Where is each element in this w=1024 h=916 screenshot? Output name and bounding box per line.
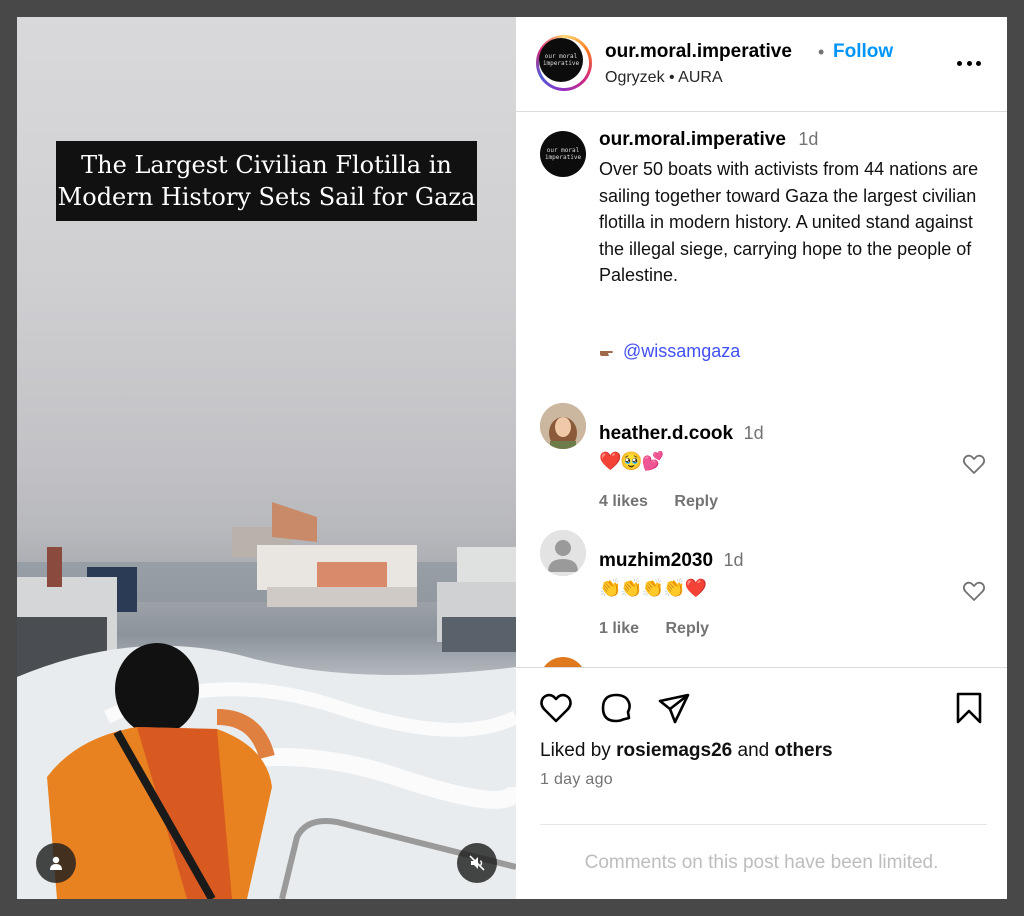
post-time[interactable]: 1 day ago: [540, 771, 613, 789]
liked-user-link[interactable]: rosiemags26: [616, 740, 732, 761]
comments-limited-notice: Comments on this post have been limited.: [584, 852, 939, 873]
overlay-title-line-1: The Largest Civilian Flotilla in: [81, 151, 452, 179]
comment-icon[interactable]: [598, 690, 634, 726]
liked-others-link[interactable]: others: [775, 740, 833, 761]
post-modal: The Largest Civilian Flotilla in Modern …: [17, 17, 1007, 899]
separator-dot: •: [818, 42, 825, 62]
comment-avatar[interactable]: [540, 657, 586, 667]
comment-time: 1d: [743, 423, 764, 443]
pointing-hand-icon: [600, 351, 613, 356]
liked-and: and: [737, 740, 770, 761]
comment-text: 👏👏👏👏❤️: [599, 578, 707, 598]
post-details-panel: our moral imperative our.moral.imperativ…: [516, 17, 1007, 899]
mute-button[interactable]: [457, 843, 497, 883]
comment-avatar[interactable]: [540, 403, 586, 449]
story-ring[interactable]: our moral imperative: [536, 35, 592, 91]
caption-mention-row: @wissamgaza: [599, 341, 740, 362]
default-avatar-icon: [540, 530, 586, 576]
liked-by: Liked by rosiemags26 and others: [540, 740, 833, 762]
comment-heading: muzhim2030 1d: [599, 550, 744, 572]
user-icon: [50, 856, 62, 870]
share-icon[interactable]: [656, 690, 692, 726]
heart-icon[interactable]: [538, 690, 574, 726]
header-username[interactable]: our.moral.imperative: [605, 41, 792, 63]
caption-avatar[interactable]: our moral imperative: [540, 131, 586, 177]
comment-meta: 4 likes Reply: [599, 493, 740, 511]
post-actions: Liked by rosiemags26 and others 1 day ag…: [516, 667, 1007, 899]
comment-avatar[interactable]: [540, 530, 586, 576]
comment-heading: heather.d.cook 1d: [599, 423, 764, 445]
heart-icon[interactable]: [962, 580, 986, 602]
caption-time: 1d: [798, 129, 819, 149]
muted-speaker-icon: [469, 855, 485, 871]
divider: [540, 824, 987, 825]
mention-link[interactable]: @wissamgaza: [623, 341, 740, 361]
comment-username[interactable]: heather.d.cook: [599, 423, 733, 444]
reply-button[interactable]: Reply: [674, 493, 718, 510]
post-video[interactable]: The Largest Civilian Flotilla in Modern …: [17, 17, 516, 899]
reply-button[interactable]: Reply: [665, 620, 709, 637]
comment-text: ❤️🥹💕: [599, 451, 664, 471]
bookmark-icon[interactable]: [951, 690, 987, 726]
comment-likes[interactable]: 1 like: [599, 620, 639, 637]
follow-button[interactable]: Follow: [833, 41, 893, 63]
avatar: our moral imperative: [539, 38, 583, 82]
comments-list[interactable]: our moral imperative our.moral.imperativ…: [516, 112, 1007, 667]
video-title-overlay: The Largest Civilian Flotilla in Modern …: [56, 141, 477, 221]
comment-username[interactable]: muzhim2030: [599, 550, 713, 571]
tagged-users-button[interactable]: [36, 843, 76, 883]
post-header: our moral imperative our.moral.imperativ…: [516, 17, 1007, 112]
heart-icon[interactable]: [962, 453, 986, 475]
comment-time: 1d: [723, 550, 744, 570]
comment-likes[interactable]: 4 likes: [599, 493, 648, 510]
audio-track[interactable]: Ogryzek • AURA: [605, 69, 723, 87]
overlay-title-line-2: Modern History Sets Sail for Gaza: [57, 183, 476, 211]
liked-prefix: Liked by: [540, 740, 611, 761]
avatar-photo: [540, 403, 586, 449]
comment-meta: 1 like Reply: [599, 620, 731, 638]
caption-username[interactable]: our.moral.imperative: [599, 129, 786, 150]
caption-text: Over 50 boats with activists from 44 nat…: [599, 159, 979, 285]
caption-heading: our.moral.imperative 1d: [599, 129, 818, 151]
more-horizontal-icon[interactable]: [957, 53, 981, 73]
